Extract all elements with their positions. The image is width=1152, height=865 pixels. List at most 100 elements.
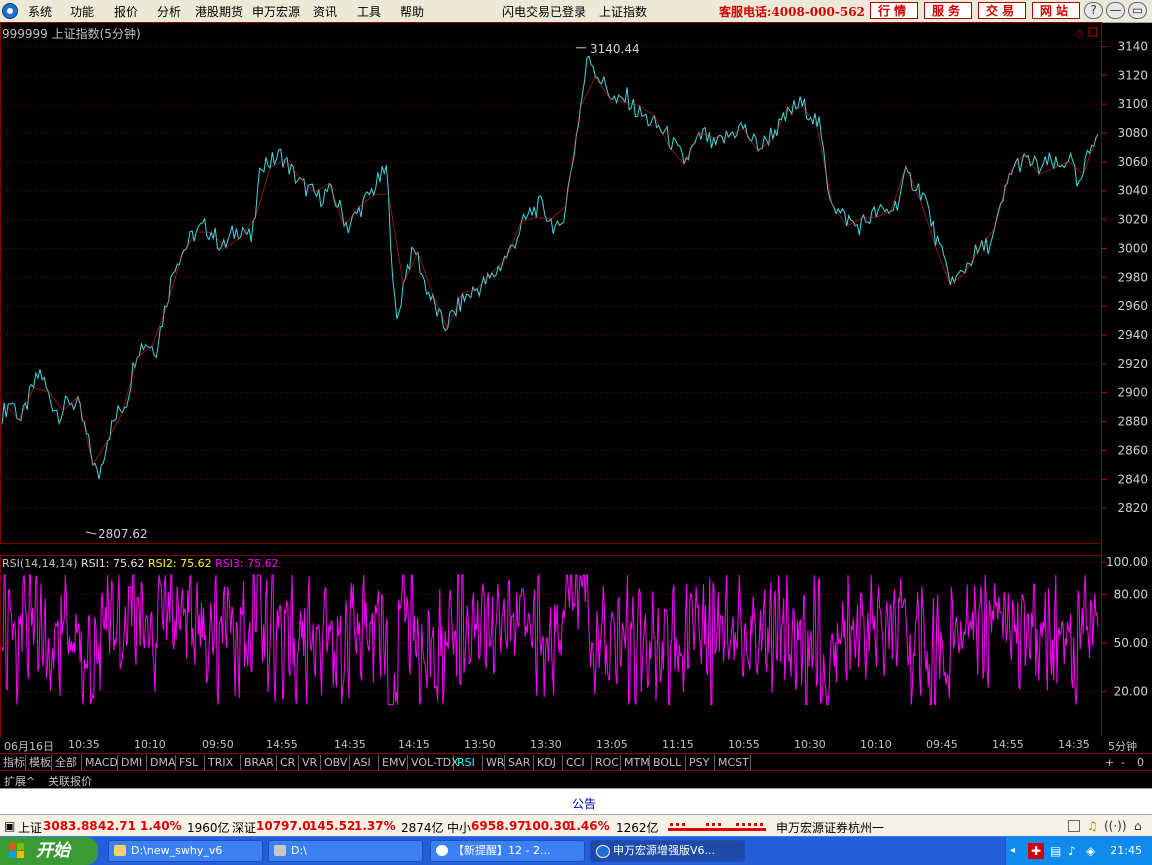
windows-taskbar: 开始 D:\new_swhy_v6 D:\ 【新提醒】12 - 2... 申万宏…	[0, 836, 1152, 865]
indicator-tab-asi[interactable]: ASI	[353, 755, 379, 770]
expand-panel-tab[interactable]: 扩展^	[4, 773, 35, 789]
indicator-tab-trix[interactable]: TRIX	[208, 755, 241, 770]
indicator-tab-macd[interactable]: MACD	[85, 755, 118, 770]
minimize-button[interactable]: —	[1106, 2, 1125, 19]
price-tick-label: 2880	[1117, 415, 1148, 429]
period-selector[interactable]: 5分钟	[1108, 738, 1137, 754]
indicator-tab-emv[interactable]: EMV	[382, 755, 408, 770]
indicator-tab-psy[interactable]: PSY	[689, 755, 715, 770]
tray-app-icon[interactable]: ✚	[1028, 843, 1044, 859]
menu-system[interactable]: 系统	[28, 3, 52, 20]
app-logo-icon[interactable]	[2, 3, 18, 19]
price-panel-frame	[0, 22, 1102, 544]
menu-swhy[interactable]: 申万宏源	[252, 3, 300, 20]
message-icon[interactable]	[1068, 820, 1080, 832]
tab-control-zero[interactable]: 0	[1137, 755, 1144, 770]
rsi-indicator-name: RSI(14,14,14)	[2, 557, 78, 570]
price-tick-label: 2840	[1117, 472, 1148, 486]
task-new-swhy-folder[interactable]: D:\new_swhy_v6	[108, 840, 263, 862]
indicator-tab-kdj[interactable]: KDJ	[537, 755, 563, 770]
folder-icon	[114, 845, 126, 856]
market-button[interactable]: 行情	[870, 2, 918, 19]
task-swhy-app[interactable]: 申万宏源增强版V6...	[590, 840, 745, 862]
menu-help[interactable]: 帮助	[400, 3, 424, 20]
time-axis-label: 10:10	[134, 738, 166, 751]
system-tray: ◂ ✚ ▤ ♪ ◈ 21:45	[1005, 837, 1152, 865]
indicator-tab-dma[interactable]: DMA	[150, 755, 176, 770]
menu-info[interactable]: 资讯	[313, 3, 337, 20]
sz-index-label: 深证	[232, 821, 257, 835]
sh-index-turnover: 1960亿	[187, 821, 230, 835]
rsi-tick-label: 100.00	[1106, 555, 1148, 569]
rsi2-value: RSI2: 75.62	[148, 557, 212, 570]
tab-control-minus[interactable]: -	[1121, 755, 1125, 770]
indicator-tab-rsi[interactable]: RSI	[457, 755, 483, 770]
start-button[interactable]: 开始	[0, 837, 98, 865]
tab-control-plus[interactable]: +	[1105, 755, 1114, 770]
menu-analysis[interactable]: 分析	[157, 3, 181, 20]
indicator-tab-brar[interactable]: BRAR	[244, 755, 277, 770]
indicator-tab-vr[interactable]: VR	[302, 755, 321, 770]
help-window-button[interactable]: ?	[1084, 2, 1103, 19]
related-quotes-tab[interactable]: 关联报价	[48, 773, 92, 789]
high-marker-label: 3140.44	[590, 42, 640, 56]
indicator-tab-全部[interactable]: 全部	[55, 755, 82, 770]
notice-bar[interactable]: 公告	[0, 788, 1152, 815]
indicator-tab-mtm[interactable]: MTM	[624, 755, 650, 770]
indicator-tab-dmi[interactable]: DMI	[121, 755, 147, 770]
menu-hk-futures[interactable]: 港股期货	[195, 3, 243, 20]
menu-quote[interactable]: 报价	[114, 3, 138, 20]
clock[interactable]: 21:45	[1110, 844, 1142, 857]
rsi-tick-label: 80.00	[1114, 587, 1148, 601]
notice-label[interactable]: 公告	[572, 795, 596, 812]
time-axis-label: 09:50	[202, 738, 234, 751]
price-tick-label: 3120	[1117, 68, 1148, 82]
task-label: 申万宏源增强版V6...	[613, 844, 716, 857]
menu-tools[interactable]: 工具	[357, 3, 381, 20]
indicator-tab-指标[interactable]: 指标	[3, 755, 26, 770]
browser-icon	[436, 845, 448, 856]
indicator-tab-mcst[interactable]: MCST	[718, 755, 751, 770]
indicator-tab-fsl[interactable]: FSL	[179, 755, 205, 770]
tray-arrow-icon[interactable]: ◂	[1010, 845, 1015, 856]
service-button[interactable]: 服务	[924, 2, 972, 19]
indicator-tab-cr[interactable]: CR	[280, 755, 299, 770]
price-tick-label: 3060	[1117, 155, 1148, 169]
tray-shield-icon[interactable]: ◈	[1086, 844, 1095, 858]
price-tick-label: 3140	[1117, 39, 1148, 53]
trade-button[interactable]: 交易	[978, 2, 1026, 19]
tray-volume-icon[interactable]: ♪	[1068, 844, 1076, 858]
start-label[interactable]: 开始	[36, 837, 70, 865]
price-tick-label: 2900	[1117, 386, 1148, 400]
lock-icon[interactable]: ⌂	[1134, 819, 1142, 833]
sme-index-pct: 1.46%	[568, 819, 610, 833]
indicator-tab-sar[interactable]: SAR	[508, 755, 534, 770]
time-axis-label: 10:10	[860, 738, 892, 751]
indicator-tab-bar: 指标 模板 全部 MACD DMI DMA FSL TRIX BRAR CR VR OBV ASI EMV…	[0, 753, 1152, 771]
kline-chart[interactable]: 3140 3120 3100 3080 3060 3040 3020 3000 2980 2960…	[0, 22, 1152, 737]
price-series-up-segments	[3, 76, 1099, 467]
price-tick-label: 3100	[1117, 97, 1148, 111]
task-browser[interactable]: 【新提醒】12 - 2...	[430, 840, 585, 862]
time-axis-label: 10:55	[728, 738, 760, 751]
website-button[interactable]: 网站	[1032, 2, 1080, 19]
tray-network-icon[interactable]: ▤	[1050, 844, 1061, 858]
indicator-tab-obv[interactable]: OBV	[324, 755, 350, 770]
indicator-tab-boll[interactable]: BOLL	[653, 755, 686, 770]
indicator-tab-cci[interactable]: CCI	[566, 755, 592, 770]
indicator-tab-vol-tdx[interactable]: VOL-TDX	[411, 755, 459, 770]
indicator-tab-roc[interactable]: ROC	[595, 755, 621, 770]
price-tick-label: 3080	[1117, 126, 1148, 140]
indicator-tab-wr[interactable]: WR	[486, 755, 505, 770]
menu-function[interactable]: 功能	[70, 3, 94, 20]
task-d-drive[interactable]: D:\	[268, 840, 423, 862]
price-markers: 3140.44 2807.62	[85, 42, 640, 541]
rsi-legend: RSI(14,14,14) RSI1: 75.62 RSI2: 75.62 RS…	[2, 557, 279, 570]
diamond-icon[interactable]: ◇	[1075, 27, 1084, 40]
window-toggle-icon[interactable]	[1088, 27, 1098, 37]
maximize-button[interactable]: ▭	[1128, 2, 1147, 19]
signal-icon[interactable]: ((·))	[1104, 819, 1127, 833]
bell-icon[interactable]: ♫	[1087, 819, 1098, 833]
indicator-tab-模板[interactable]: 模板	[29, 755, 52, 770]
service-hotline: 客服电话:4008-000-562	[719, 5, 865, 19]
